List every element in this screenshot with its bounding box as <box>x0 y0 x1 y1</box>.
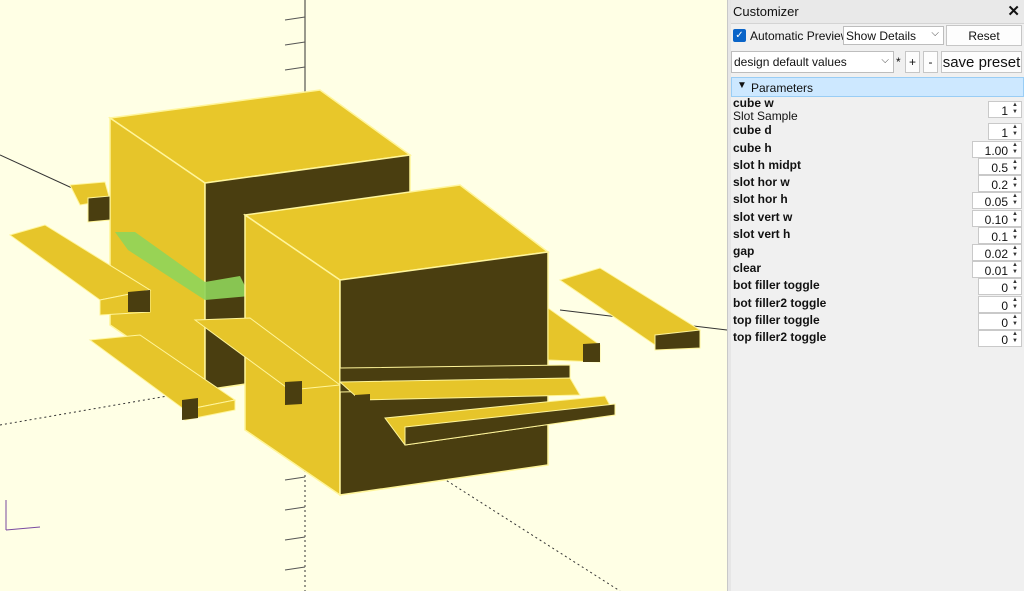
customizer-panel: Customizer ✕ ✓ Automatic Preview Show De… <box>731 0 1024 591</box>
spin-arrows-icon[interactable]: ▲ ▼ <box>1010 124 1020 139</box>
preset-modified-marker: * <box>896 55 901 69</box>
close-icon[interactable]: ✕ <box>1007 2 1020 20</box>
param-name: cube h <box>733 141 772 155</box>
save-preset-label: save preset <box>942 54 1021 71</box>
param-name: slot hor w <box>733 175 790 189</box>
param-value: 1.00 <box>984 144 1008 158</box>
preset-select[interactable]: design default values ⌵ <box>731 51 894 73</box>
param-spinbox[interactable]: 1 ▲ ▼ <box>988 101 1022 118</box>
param-spinbox[interactable]: 0.5 ▲ ▼ <box>978 158 1022 175</box>
param-name: slot h midpt <box>733 158 801 172</box>
automatic-preview-checkbox[interactable]: ✓ <box>733 29 746 42</box>
param-spinbox[interactable]: 0 ▲ ▼ <box>978 278 1022 295</box>
spin-arrows-icon[interactable]: ▲ ▼ <box>1010 279 1020 294</box>
param-row: slot vert h 0.1 ▲ ▼ <box>731 227 1024 244</box>
param-row: slot h midpt 0.5 ▲ ▼ <box>731 158 1024 175</box>
param-value: 0.1 <box>991 230 1008 244</box>
spin-arrows-icon[interactable]: ▲ ▼ <box>1010 193 1020 208</box>
add-preset-label: + <box>908 55 916 69</box>
param-spinbox[interactable]: 0.02 ▲ ▼ <box>972 244 1022 261</box>
param-name: bot filler toggle <box>733 278 820 292</box>
preview-row: ✓ Automatic Preview Show Details ⌵ Reset <box>731 25 1024 47</box>
param-name: gap <box>733 244 755 258</box>
param-value: 0.10 <box>984 213 1008 227</box>
param-spinbox[interactable]: 0.05 ▲ ▼ <box>972 192 1022 209</box>
spin-arrows-icon[interactable]: ▲ ▼ <box>1010 102 1020 117</box>
spin-arrows-icon[interactable]: ▲ ▼ <box>1010 142 1020 157</box>
param-spinbox[interactable]: 0.2 ▲ ▼ <box>978 175 1022 192</box>
param-name: top filler toggle <box>733 313 820 327</box>
param-row: gap 0.02 ▲ ▼ <box>731 244 1024 261</box>
spin-arrows-icon[interactable]: ▲ ▼ <box>1010 297 1020 312</box>
details-select[interactable]: Show Details ⌵ <box>843 26 944 45</box>
param-value: 0 <box>1001 316 1008 330</box>
param-row: slot vert w 0.10 ▲ ▼ <box>731 210 1024 227</box>
param-spinbox[interactable]: 1.00 ▲ ▼ <box>972 141 1022 158</box>
param-value: 0.05 <box>984 195 1008 209</box>
param-row: cube d 1 ▲ ▼ <box>731 123 1024 140</box>
remove-preset-button[interactable]: - <box>923 51 938 73</box>
param-name: slot vert h <box>733 227 791 241</box>
param-value: 0.2 <box>991 178 1008 192</box>
automatic-preview-label: Automatic Preview <box>750 29 850 43</box>
chevron-down-icon: ⌵ <box>881 55 889 66</box>
param-value: 0 <box>1001 281 1008 295</box>
param-value: 0 <box>1001 299 1008 313</box>
reset-button-label: Reset <box>968 29 1000 43</box>
param-value: 0.02 <box>984 247 1008 261</box>
preset-select-value: design default values <box>734 55 847 69</box>
param-name: cube w <box>733 96 774 110</box>
remove-preset-label: - <box>928 55 933 69</box>
spin-arrows-icon[interactable]: ▲ ▼ <box>1010 314 1020 329</box>
param-name: top filler2 toggle <box>733 330 827 344</box>
param-spinbox[interactable]: 0.01 ▲ ▼ <box>972 261 1022 278</box>
param-value: 1 <box>1001 126 1008 140</box>
param-row: top filler2 toggle 0 ▲ ▼ <box>731 330 1024 347</box>
add-preset-button[interactable]: + <box>905 51 920 73</box>
param-value: 0.01 <box>984 264 1008 278</box>
spin-arrows-icon[interactable]: ▲ ▼ <box>1010 211 1020 226</box>
param-row: slot hor w 0.2 ▲ ▼ <box>731 175 1024 192</box>
param-name: cube d <box>733 123 772 137</box>
spin-arrows-icon[interactable]: ▲ ▼ <box>1010 245 1020 260</box>
param-name: clear <box>733 261 762 275</box>
param-row: clear 0.01 ▲ ▼ <box>731 261 1024 278</box>
param-value: 0 <box>1001 333 1008 347</box>
spin-arrows-icon[interactable]: ▲ ▼ <box>1010 228 1020 243</box>
param-spinbox[interactable]: 0 ▲ ▼ <box>978 296 1022 313</box>
spin-arrows-icon[interactable]: ▲ ▼ <box>1010 262 1020 277</box>
details-select-value: Show Details <box>846 29 917 43</box>
spin-arrows-icon[interactable]: ▲ ▼ <box>1010 159 1020 174</box>
3d-viewport[interactable] <box>0 0 727 591</box>
parameters-group-header[interactable]: ▼ Parameters <box>731 77 1024 97</box>
reset-button[interactable]: Reset <box>946 25 1022 46</box>
param-spinbox[interactable]: 0.1 ▲ ▼ <box>978 227 1022 244</box>
param-row: slot hor h 0.05 ▲ ▼ <box>731 192 1024 209</box>
spin-arrows-icon[interactable]: ▲ ▼ <box>1010 176 1020 191</box>
parameters-header-label: Parameters <box>751 81 814 95</box>
param-value: 0.5 <box>991 161 1008 175</box>
model-render <box>0 0 727 591</box>
param-name: slot hor h <box>733 192 788 206</box>
param-value: 1 <box>1001 104 1008 118</box>
param-row: cube w Slot Sample 1 ▲ ▼ <box>731 96 1024 123</box>
customizer-titlebar: Customizer ✕ <box>731 0 1024 24</box>
save-preset-button[interactable]: save preset <box>941 51 1022 73</box>
customizer-title: Customizer <box>733 4 799 19</box>
param-row: bot filler2 toggle 0 ▲ ▼ <box>731 296 1024 313</box>
param-spinbox[interactable]: 1 ▲ ▼ <box>988 123 1022 140</box>
param-spinbox[interactable]: 0.10 ▲ ▼ <box>972 210 1022 227</box>
param-name: bot filler2 toggle <box>733 296 827 310</box>
chevron-down-icon: ⌵ <box>931 28 939 39</box>
param-row: bot filler toggle 0 ▲ ▼ <box>731 278 1024 295</box>
param-spinbox[interactable]: 0 ▲ ▼ <box>978 330 1022 347</box>
param-row: cube h 1.00 ▲ ▼ <box>731 141 1024 158</box>
param-row: top filler toggle 0 ▲ ▼ <box>731 313 1024 330</box>
param-spinbox[interactable]: 0 ▲ ▼ <box>978 313 1022 330</box>
param-name: slot vert w <box>733 210 793 224</box>
triangle-down-icon: ▼ <box>737 80 747 91</box>
param-description: Slot Sample <box>733 109 798 123</box>
spin-arrows-icon[interactable]: ▲ ▼ <box>1010 331 1020 346</box>
